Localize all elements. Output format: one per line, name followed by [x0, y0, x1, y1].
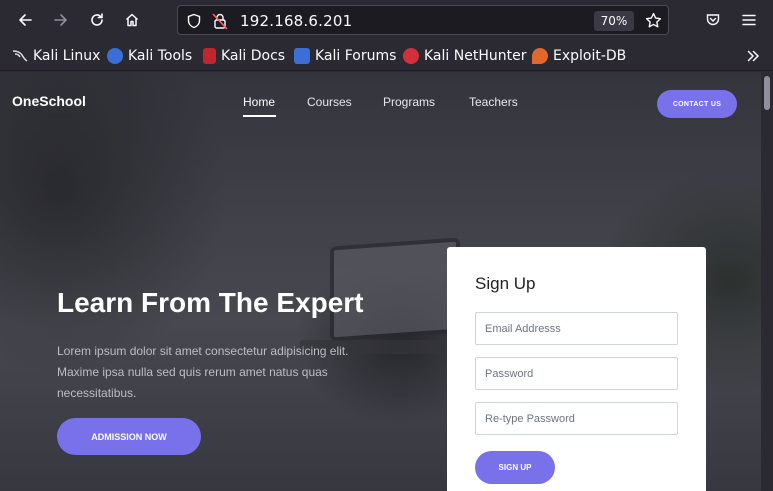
back-button[interactable]: [13, 8, 37, 32]
password-field[interactable]: [475, 357, 678, 390]
bookmark-label: Kali Docs: [221, 48, 286, 64]
bookmark-kali-docs[interactable]: Kali Docs: [203, 46, 285, 66]
chevron-double-right-icon: [747, 50, 760, 62]
retype-password-field[interactable]: [475, 402, 678, 435]
nav-active-underline: [243, 115, 276, 117]
reload-button[interactable]: [85, 8, 109, 32]
signup-card: Sign Up SIGN UP: [447, 247, 706, 491]
sign-up-button[interactable]: SIGN UP: [475, 451, 555, 484]
hero-title: Learn From The Expert: [57, 287, 364, 318]
pocket-icon: [706, 14, 720, 26]
hero-description: Lorem ipsum dolor sit amet consectetur a…: [57, 344, 349, 400]
nav-home[interactable]: Home: [243, 95, 275, 109]
url-bar[interactable]: 192.168.6.201 70%: [177, 5, 669, 35]
bookmark-label: Kali NetHunter: [424, 48, 527, 64]
kali-nethunter-icon: [403, 48, 419, 64]
menu-button[interactable]: [737, 8, 761, 32]
bookmarks-overflow-button[interactable]: [741, 44, 765, 68]
arrow-left-icon: [19, 14, 32, 26]
bookmark-exploit-db[interactable]: Exploit-DB: [532, 46, 626, 66]
forward-button[interactable]: [49, 8, 73, 32]
exploit-db-icon: [532, 48, 548, 64]
kali-docs-icon: [203, 48, 216, 64]
kali-dragon-icon: [12, 48, 28, 64]
signup-title: Sign Up: [475, 274, 536, 293]
nav-programs[interactable]: Programs: [383, 95, 435, 109]
admission-now-button[interactable]: ADMISSION NOW: [57, 418, 201, 455]
page-scrollbar[interactable]: [761, 72, 773, 491]
scrollbar-thumb[interactable]: [764, 76, 770, 110]
bookmarks-bar: Kali Linux Kali Tools Kali Docs Kali For…: [0, 40, 773, 71]
shield-icon[interactable]: [186, 13, 202, 29]
bookmark-kali-linux[interactable]: Kali Linux: [12, 46, 100, 66]
bookmark-kali-nethunter[interactable]: Kali NetHunter: [403, 46, 526, 66]
pocket-button[interactable]: [701, 8, 725, 32]
url-text[interactable]: 192.168.6.201: [240, 12, 352, 30]
arrow-right-icon: [54, 14, 67, 26]
web-page: OneSchool Home Courses Programs Teachers…: [0, 72, 761, 491]
browser-toolbar: 192.168.6.201 70%: [0, 0, 773, 40]
bookmark-label: Exploit-DB: [553, 48, 627, 64]
bookmark-label: Kali Tools: [128, 48, 193, 64]
contact-us-button[interactable]: CONTACT US: [657, 90, 737, 118]
kali-tools-icon: [107, 48, 123, 64]
home-button[interactable]: [120, 8, 144, 32]
email-field[interactable]: [475, 312, 678, 345]
nav-teachers[interactable]: Teachers: [469, 95, 518, 109]
bookmark-star-icon[interactable]: [645, 12, 662, 29]
home-icon: [125, 13, 139, 27]
hamburger-menu-icon: [742, 14, 756, 26]
reload-icon: [91, 13, 103, 26]
bookmark-label: Kali Linux: [33, 48, 101, 64]
site-logo[interactable]: OneSchool: [12, 93, 86, 109]
bookmark-kali-tools[interactable]: Kali Tools: [107, 46, 192, 66]
nav-courses[interactable]: Courses: [307, 95, 352, 109]
zoom-level-badge[interactable]: 70%: [594, 11, 634, 31]
kali-forums-icon: [294, 48, 310, 64]
bookmark-label: Kali Forums: [315, 48, 397, 64]
insecure-lock-icon[interactable]: [212, 12, 228, 30]
bookmark-kali-forums[interactable]: Kali Forums: [294, 46, 396, 66]
